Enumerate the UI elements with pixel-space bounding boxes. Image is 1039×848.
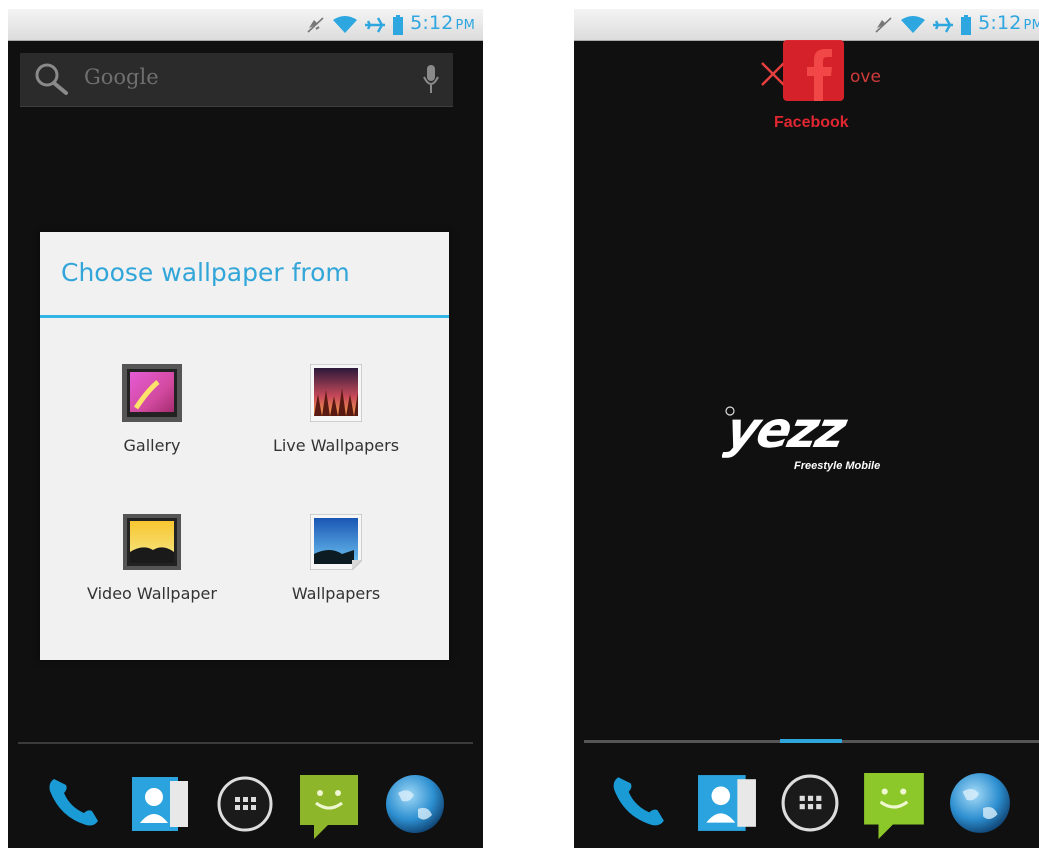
mute-icon bbox=[874, 16, 894, 34]
right-screen: 5:12 PM ove Facebook yezz Freestyle Mobil… bbox=[574, 9, 1039, 848]
status-bar: 5:12 PM bbox=[8, 9, 483, 41]
browser-icon[interactable] bbox=[948, 771, 1012, 839]
contacts-icon[interactable] bbox=[698, 773, 756, 837]
phone-icon[interactable] bbox=[46, 773, 102, 833]
gallery-icon bbox=[52, 364, 252, 422]
contacts-icon[interactable] bbox=[132, 775, 188, 837]
wallpaper-dialog: Choose wallpaper from Gallery Live Wallp… bbox=[40, 232, 449, 660]
airplane-icon bbox=[364, 16, 386, 34]
option-live-wallpapers[interactable]: Live Wallpapers bbox=[236, 364, 436, 455]
airplane-icon bbox=[932, 16, 954, 34]
app-drawer-icon[interactable] bbox=[216, 775, 274, 837]
battery-icon bbox=[961, 14, 972, 35]
wallpapers-icon bbox=[236, 514, 436, 570]
option-wallpapers-label: Wallpapers bbox=[291, 584, 381, 603]
live-wallpapers-icon bbox=[236, 364, 436, 422]
google-search-bar[interactable]: Google bbox=[20, 53, 453, 107]
status-clock: 5:12 PM bbox=[410, 12, 475, 34]
mute-icon bbox=[306, 16, 326, 34]
dialog-title: Choose wallpaper from bbox=[61, 258, 350, 287]
status-bar-right: 5:12 PM bbox=[574, 9, 1039, 41]
option-video-wallpaper-label: Video Wallpaper bbox=[87, 584, 217, 603]
yezz-logo: yezz Freestyle Mobile bbox=[721, 397, 902, 481]
dialog-divider bbox=[40, 315, 449, 318]
dock-divider bbox=[18, 742, 473, 744]
wifi-icon bbox=[901, 15, 926, 34]
dragged-app-label: Facebook bbox=[774, 114, 849, 131]
messaging-icon[interactable] bbox=[864, 773, 926, 845]
dock bbox=[574, 767, 1039, 839]
browser-icon[interactable] bbox=[384, 773, 446, 839]
wifi-icon bbox=[333, 15, 358, 34]
dock bbox=[8, 767, 483, 839]
option-live-wallpapers-label: Live Wallpapers bbox=[272, 436, 400, 455]
option-gallery-label: Gallery bbox=[123, 436, 181, 455]
remove-drop-target-label: ove bbox=[850, 67, 881, 87]
battery-icon bbox=[393, 14, 404, 35]
option-video-wallpaper[interactable]: Video Wallpaper bbox=[52, 514, 252, 603]
messaging-icon[interactable] bbox=[300, 775, 360, 845]
app-drawer-icon[interactable] bbox=[780, 773, 840, 837]
phone-icon[interactable] bbox=[610, 771, 668, 833]
svg-text:Freestyle Mobile: Freestyle Mobile bbox=[794, 460, 880, 472]
option-gallery[interactable]: Gallery bbox=[52, 364, 252, 455]
search-label: Google bbox=[84, 65, 159, 89]
search-icon bbox=[34, 62, 70, 100]
dragged-facebook-icon[interactable] bbox=[783, 40, 844, 101]
svg-text:yezz: yezz bbox=[722, 401, 852, 459]
microphone-icon[interactable] bbox=[423, 65, 439, 99]
left-screen: 5:12 PM Google Choose wallpaper from Gall… bbox=[8, 9, 483, 848]
status-clock: 5:12 PM bbox=[978, 12, 1039, 34]
page-indicator-active bbox=[780, 739, 842, 743]
video-wallpaper-icon bbox=[52, 514, 252, 570]
option-wallpapers[interactable]: Wallpapers bbox=[236, 514, 436, 603]
